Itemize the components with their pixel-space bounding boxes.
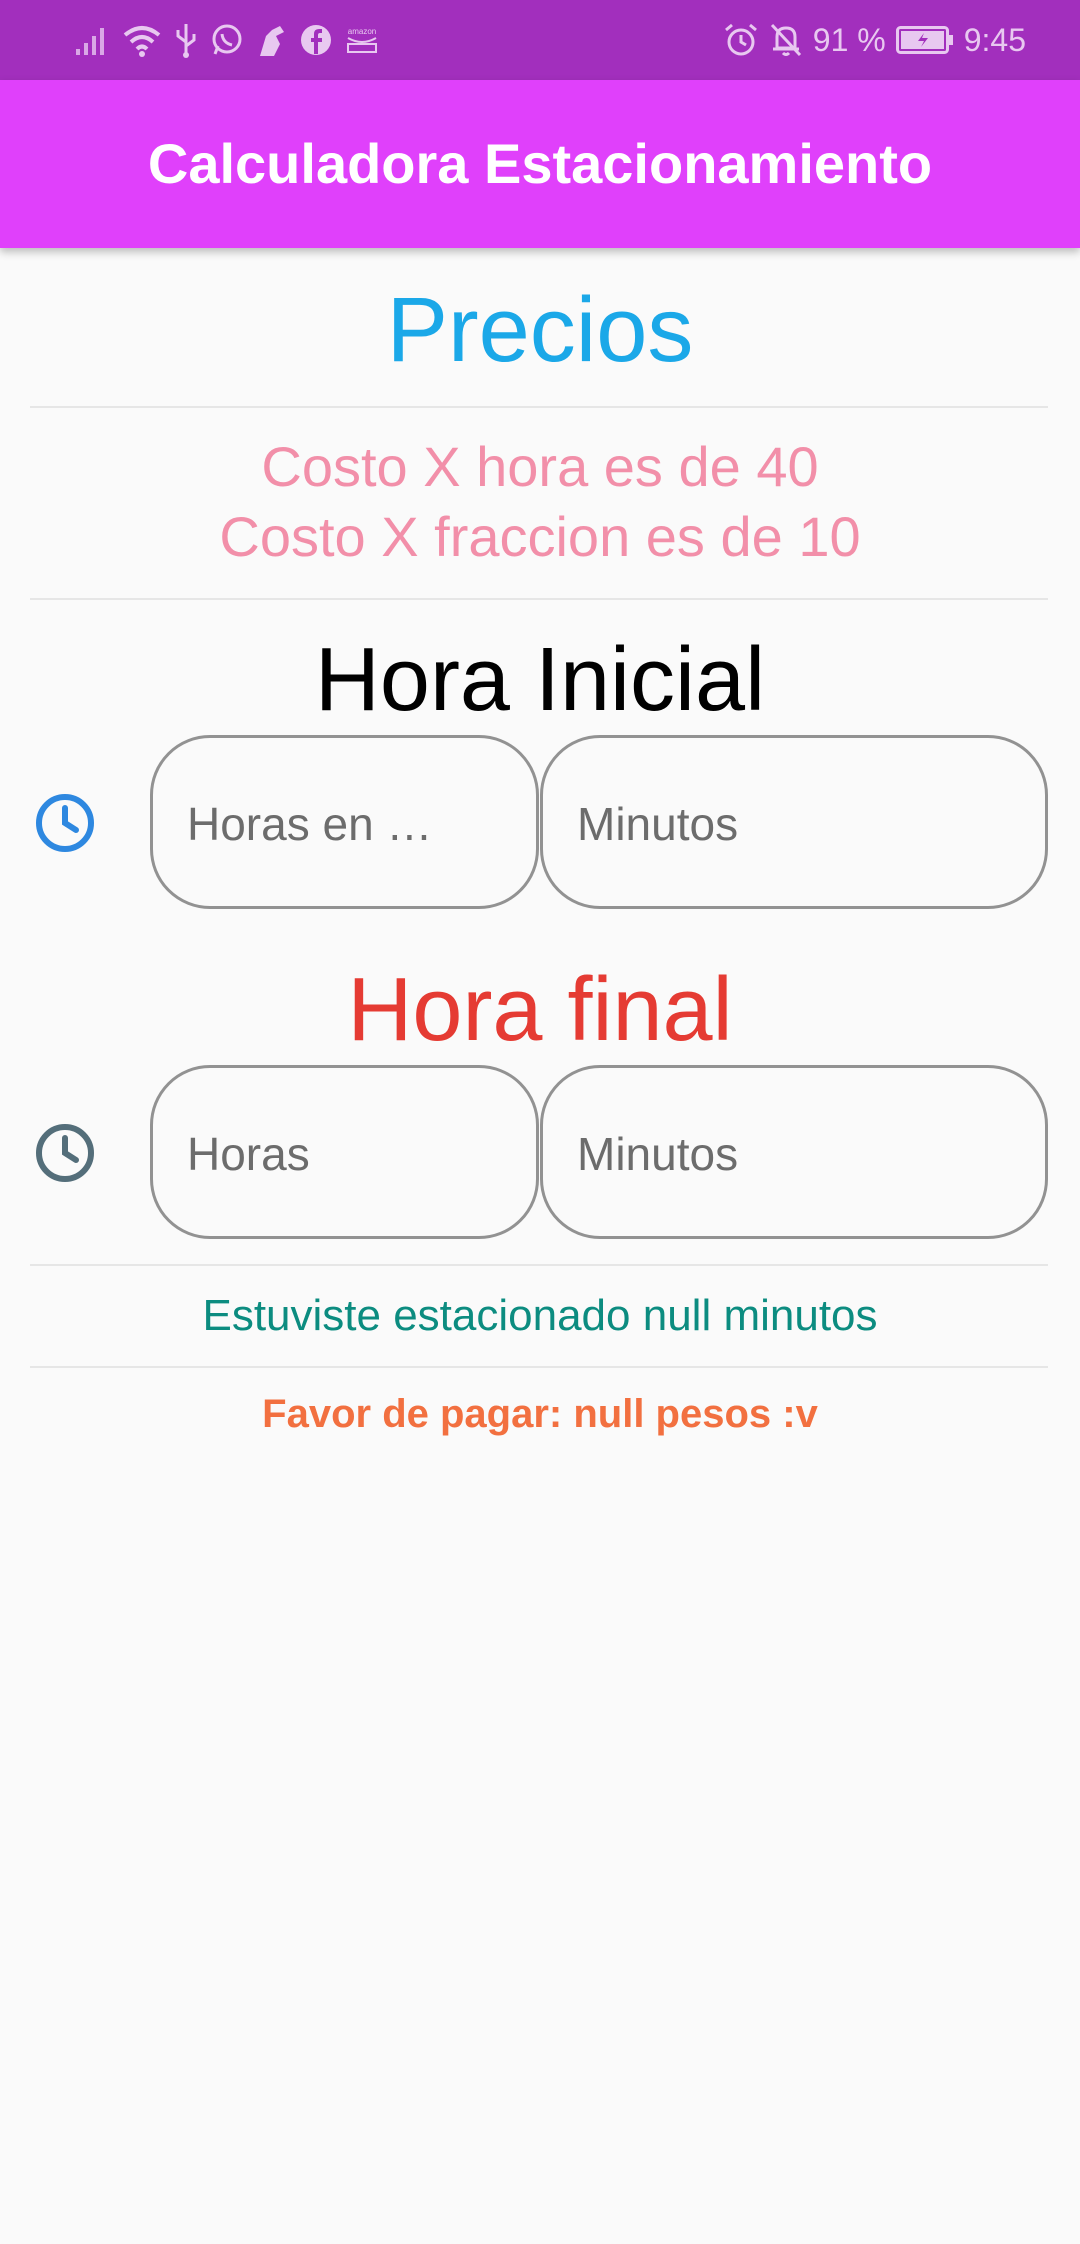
facebook-icon [301,25,331,55]
whatsapp-icon [212,24,242,55]
divider [30,1264,1048,1266]
status-bar: amazon 91 % 9:45 [0,0,1080,80]
clock-time: 9:45 [963,21,1026,58]
app-title: Calculadora Estacionamiento [147,132,933,195]
initial-hours-placeholder: Horas en … [187,798,433,850]
initial-minutes-input[interactable]: Minutos [540,735,1048,909]
divider [30,1366,1048,1368]
amazon-icon: amazon [347,27,377,53]
divider [30,406,1048,408]
battery-charging-icon [895,26,953,54]
fraction-cost-text: Costo X fraccion es de 10 [219,505,861,568]
final-minutes-input[interactable]: Minutos [540,1065,1048,1239]
app-bar: Calculadora Estacionamiento [0,80,1080,248]
final-minutes-placeholder: Minutos [577,1128,739,1180]
mute-icon [770,23,801,57]
initial-hours-input[interactable]: Horas en … [150,735,539,909]
hour-cost-text: Costo X hora es de 40 [261,435,819,498]
initial-clock-icon[interactable] [34,792,96,854]
signal-icon [76,28,104,55]
app-notification-icon [260,26,284,56]
divider [30,598,1048,600]
alarm-icon [724,23,757,56]
final-time-title: Hora final [347,960,733,1060]
payment-text: Favor de pagar: null pesos :v [262,1392,818,1436]
usb-icon [176,24,196,58]
final-clock-icon[interactable] [34,1122,96,1184]
svg-text:amazon: amazon [348,27,376,36]
initial-minutes-placeholder: Minutos [577,798,739,850]
initial-time-title: Hora Inicial [314,630,766,730]
parked-minutes-text: Estuviste estacionado null minutos [202,1291,878,1340]
system-status: 91 % 9:45 [723,18,1026,62]
final-hours-placeholder: Horas [187,1128,310,1180]
battery-percent: 91 % [812,21,886,58]
wifi-icon [123,26,161,57]
notification-icons: amazon [74,20,380,60]
prices-title: Precios [386,279,694,381]
final-hours-input[interactable]: Horas [150,1065,539,1239]
